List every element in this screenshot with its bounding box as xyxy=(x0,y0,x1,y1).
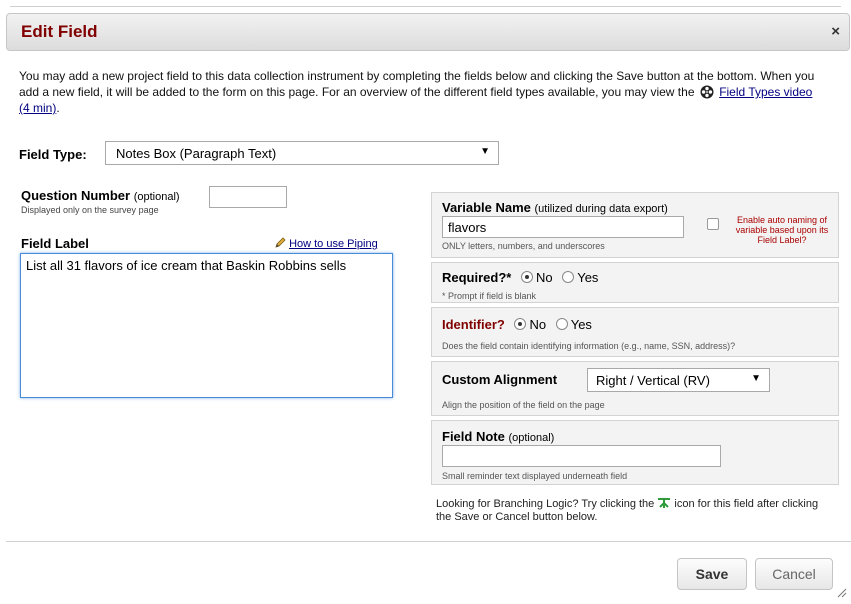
top-divider xyxy=(10,6,841,7)
required-no-radio[interactable] xyxy=(520,271,533,283)
field-type-select[interactable]: Notes Box (Paragraph Text) ▼ xyxy=(105,141,499,165)
cancel-button[interactable]: Cancel xyxy=(755,558,833,590)
branching-hint: Looking for Branching Logic? Try clickin… xyxy=(436,497,836,524)
question-number-sub: Displayed only on the survey page xyxy=(21,205,159,215)
dropdown-arrow-icon: ▼ xyxy=(751,373,761,384)
field-note-panel: Field Note (optional) Small reminder tex… xyxy=(431,420,839,485)
identifier-no-label: No xyxy=(529,317,547,332)
field-note-sub: Small reminder text displayed underneath… xyxy=(442,471,628,481)
intro-text-before: You may add a new project field to this … xyxy=(19,69,815,99)
identifier-yes-label: Yes xyxy=(570,317,592,332)
alignment-selected: Right / Vertical (RV) xyxy=(596,373,710,388)
question-number-optional: (optional) xyxy=(133,191,180,203)
resize-handle-icon[interactable] xyxy=(837,588,847,598)
required-sub: * Prompt if field is blank xyxy=(442,291,537,301)
required-row: Required?* No Yes xyxy=(442,270,598,285)
question-number-label: Question Number (optional) xyxy=(21,188,180,203)
identifier-label: Identifier? xyxy=(442,317,505,332)
required-yes-radio[interactable] xyxy=(562,271,575,283)
alignment-panel: Custom Alignment Right / Vertical (RV) ▼… xyxy=(431,361,839,416)
dropdown-arrow-icon: ▼ xyxy=(480,146,490,157)
identifier-panel: Identifier? No Yes Does the field contai… xyxy=(431,307,839,357)
intro-text-after: . xyxy=(56,101,60,115)
variable-name-label-text: Variable Name xyxy=(442,200,531,215)
required-no-label: No xyxy=(535,270,553,285)
variable-name-sub: ONLY letters, numbers, and underscores xyxy=(442,241,605,251)
pencil-icon xyxy=(275,237,286,248)
question-number-input[interactable] xyxy=(209,186,287,208)
piping-link-text: How to use Piping xyxy=(289,238,378,250)
dialog-title: Edit Field xyxy=(21,22,98,41)
alignment-label: Custom Alignment xyxy=(442,372,558,387)
field-label-textarea[interactable]: List all 31 flavors of ice cream that Ba… xyxy=(20,253,393,398)
alignment-sub: Align the position of the field on the p… xyxy=(442,400,605,410)
variable-name-note: (utilized during data export) xyxy=(534,203,668,215)
field-type-label: Field Type: xyxy=(19,147,87,162)
required-yes-label: Yes xyxy=(577,270,599,285)
required-label: Required?* xyxy=(442,270,512,285)
field-type-selected: Notes Box (Paragraph Text) xyxy=(116,146,277,161)
auto-naming-checkbox[interactable] xyxy=(707,218,719,230)
branching-text-before: Looking for Branching Logic? Try clickin… xyxy=(436,498,655,510)
variable-name-label: Variable Name (utilized during data expo… xyxy=(442,200,668,215)
film-reel-icon xyxy=(700,85,714,99)
field-note-label: Field Note (optional) xyxy=(442,429,554,444)
variable-name-input[interactable]: flavors xyxy=(442,216,684,238)
question-number-label-text: Question Number xyxy=(21,188,131,203)
auto-naming-label: Enable auto naming of variable based upo… xyxy=(735,215,829,245)
field-label-label: Field Label xyxy=(21,236,89,251)
identifier-sub: Does the field contain identifying infor… xyxy=(442,341,736,351)
branching-logic-icon xyxy=(658,498,671,508)
required-panel: Required?* No Yes * Prompt if field is b… xyxy=(431,262,839,303)
variable-name-panel: Variable Name (utilized during data expo… xyxy=(431,192,839,258)
field-note-optional: (optional) xyxy=(508,432,555,444)
save-button[interactable]: Save xyxy=(677,558,747,590)
intro-text: You may add a new project field to this … xyxy=(19,68,819,116)
bottom-divider xyxy=(6,541,851,542)
dialog-titlebar[interactable]: Edit Field × xyxy=(6,13,850,51)
piping-link[interactable]: How to use Piping xyxy=(275,237,378,250)
identifier-row: Identifier? No Yes xyxy=(442,317,592,332)
close-icon[interactable]: × xyxy=(831,23,840,40)
field-note-input[interactable] xyxy=(442,445,721,467)
field-note-label-text: Field Note xyxy=(442,429,505,444)
alignment-select[interactable]: Right / Vertical (RV) ▼ xyxy=(587,368,770,392)
identifier-no-radio[interactable] xyxy=(514,318,527,330)
identifier-yes-radio[interactable] xyxy=(555,318,568,330)
